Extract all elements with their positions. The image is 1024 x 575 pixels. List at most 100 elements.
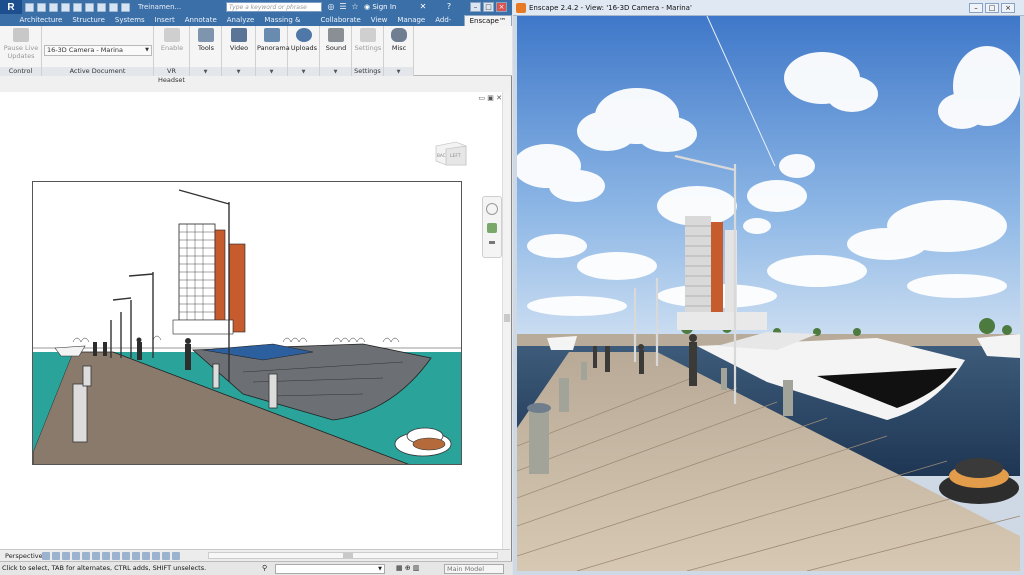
save-icon[interactable] [37,2,46,12]
chevron-down-icon: ▼ [269,69,274,75]
status-text: Click to select, TAB for alternates, CTR… [2,564,207,572]
workset-dropdown[interactable]: ▼ [275,564,385,574]
horizontal-scrollbar[interactable] [208,552,498,559]
pause-live-updates-button[interactable]: Pause Live Updates [2,28,40,60]
panorama-label: Panorama [257,44,290,52]
text-icon[interactable] [109,2,118,12]
uploads-button[interactable]: Uploads [289,28,319,52]
detail-level-icon[interactable] [42,551,50,560]
panorama-dropdown[interactable]: ▼ [256,67,287,76]
minimize-button[interactable]: – [470,2,481,12]
status-bar: Click to select, TAB for alternates, CTR… [0,561,512,575]
misc-dropdown[interactable]: ▼ [384,67,413,76]
enscape-window: Enscape 2.4.2 - View: '16-3D Camera - Ma… [513,0,1024,575]
help-button[interactable]: ? [444,2,454,12]
chevron-down-icon: ▼ [145,47,149,53]
panorama-panel: Panorama ▼ [256,26,290,76]
sign-in-button[interactable]: ◉ Sign In [364,1,396,13]
scroll-thumb[interactable] [343,553,353,558]
design-option-dropdown[interactable]: Main Model [444,564,504,574]
enable-label: Enable [160,44,184,52]
video-button[interactable]: Video [224,28,254,52]
render-icon[interactable] [82,551,90,560]
exchange-icon[interactable]: ✕ [418,2,428,12]
ribbon: Pause Live Updates Control 16-3D Camera … [0,26,512,84]
tools-dropdown[interactable]: ▼ [190,67,221,76]
show-crop-icon[interactable] [102,551,110,560]
video-dropdown[interactable]: ▼ [222,67,255,76]
pause-live-updates-label: Pause Live Updates [3,44,39,60]
binoculars-icon[interactable]: ◎ [326,2,336,12]
print-icon[interactable] [85,2,94,12]
lock-3d-icon[interactable] [112,551,120,560]
favorites-icon[interactable]: ☆ [350,2,360,12]
sun-path-icon[interactable] [62,551,70,560]
panorama-button[interactable]: Panorama [257,28,290,52]
control-panel-label: Control [0,67,41,76]
worksharing-icon[interactable]: ⚲ [262,564,267,572]
measure-icon[interactable] [97,2,106,12]
highlight-icon[interactable] [152,551,160,560]
tab-architecture[interactable]: Architecture [14,15,67,26]
constraints-icon[interactable] [162,551,170,560]
tab-annotate[interactable]: Annotate [180,15,222,26]
enscape-render-viewport[interactable] [517,16,1020,571]
crop-view-icon[interactable] [92,551,100,560]
camera-view-value: 16-3D Camera - Marina [47,46,123,54]
enscape-close-button[interactable]: × [1001,3,1015,13]
chevron-down-icon[interactable] [489,241,495,245]
undo-icon[interactable] [61,2,70,12]
tab-enscape[interactable]: Enscape™ [463,15,512,26]
open-icon[interactable] [25,2,34,12]
vertical-scrollbar[interactable] [502,92,510,550]
scroll-thumb[interactable] [504,314,510,322]
analytical-model-icon[interactable] [142,551,150,560]
zoom-icon[interactable] [487,223,497,233]
tab-structure[interactable]: Structure [67,15,110,26]
revit-perspective-view[interactable] [32,181,462,465]
collapse-icon[interactable] [172,551,180,560]
tab-massing-site[interactable]: Massing & Site [259,15,315,35]
sound-button[interactable]: Sound [321,28,351,52]
application-menu-button[interactable]: R [0,0,22,14]
camera-view-dropdown[interactable]: 16-3D Camera - Marina ▼ [44,45,152,56]
misc-button[interactable]: Misc [384,28,414,52]
tab-collaborate[interactable]: Collaborate [316,15,366,26]
tab-view[interactable]: View [366,15,393,26]
3d-view-icon[interactable] [121,2,130,12]
revit-drawing-area[interactable]: ▭ ▣ ✕ BAC LEFT [0,92,510,550]
enscape-rendered-scene [517,16,1020,571]
ribbon-tabs: Architecture Structure Systems Insert An… [0,14,512,35]
enscape-maximize-button[interactable]: □ [985,3,999,13]
enable-button[interactable]: Enable [157,28,187,52]
shadows-icon[interactable] [72,551,80,560]
uploads-dropdown[interactable]: ▼ [288,67,319,76]
settings-button[interactable]: Settings [353,28,383,52]
tab-add-ins[interactable]: Add-Ins [430,15,463,35]
window-title: Treinamen... [138,3,182,11]
redo-icon[interactable] [73,2,82,12]
speaker-icon [328,28,344,42]
visual-style-icon[interactable] [52,551,60,560]
search-input[interactable]: Type a keyword or phrase [226,2,322,12]
temporary-hide-icon[interactable] [122,551,130,560]
tab-analyze[interactable]: Analyze [222,15,260,26]
viewcube[interactable]: BAC LEFT [430,137,470,167]
view-window-controls[interactable]: ▭ ▣ ✕ [478,94,502,102]
enscape-logo-icon [516,3,526,13]
subscription-icon[interactable]: ☰ [338,2,348,12]
tab-systems[interactable]: Systems [110,15,150,26]
sync-icon[interactable] [49,2,58,12]
vr-headset-label: VR Headset [154,67,189,84]
tab-insert[interactable]: Insert [150,15,180,26]
tab-manage[interactable]: Manage [392,15,430,26]
close-button[interactable]: × [496,2,507,12]
editable-only-icon[interactable]: ▦ ⊕ ▥ [396,564,420,572]
maximize-button[interactable]: □ [483,2,494,12]
sound-dropdown[interactable]: ▼ [320,67,351,76]
reveal-hidden-icon[interactable] [132,551,140,560]
enscape-title: Enscape 2.4.2 - View: '16-3D Camera - Ma… [529,4,692,12]
enscape-minimize-button[interactable]: – [969,3,983,13]
steering-wheel-icon[interactable] [486,203,498,215]
tools-button[interactable]: Tools [191,28,221,52]
